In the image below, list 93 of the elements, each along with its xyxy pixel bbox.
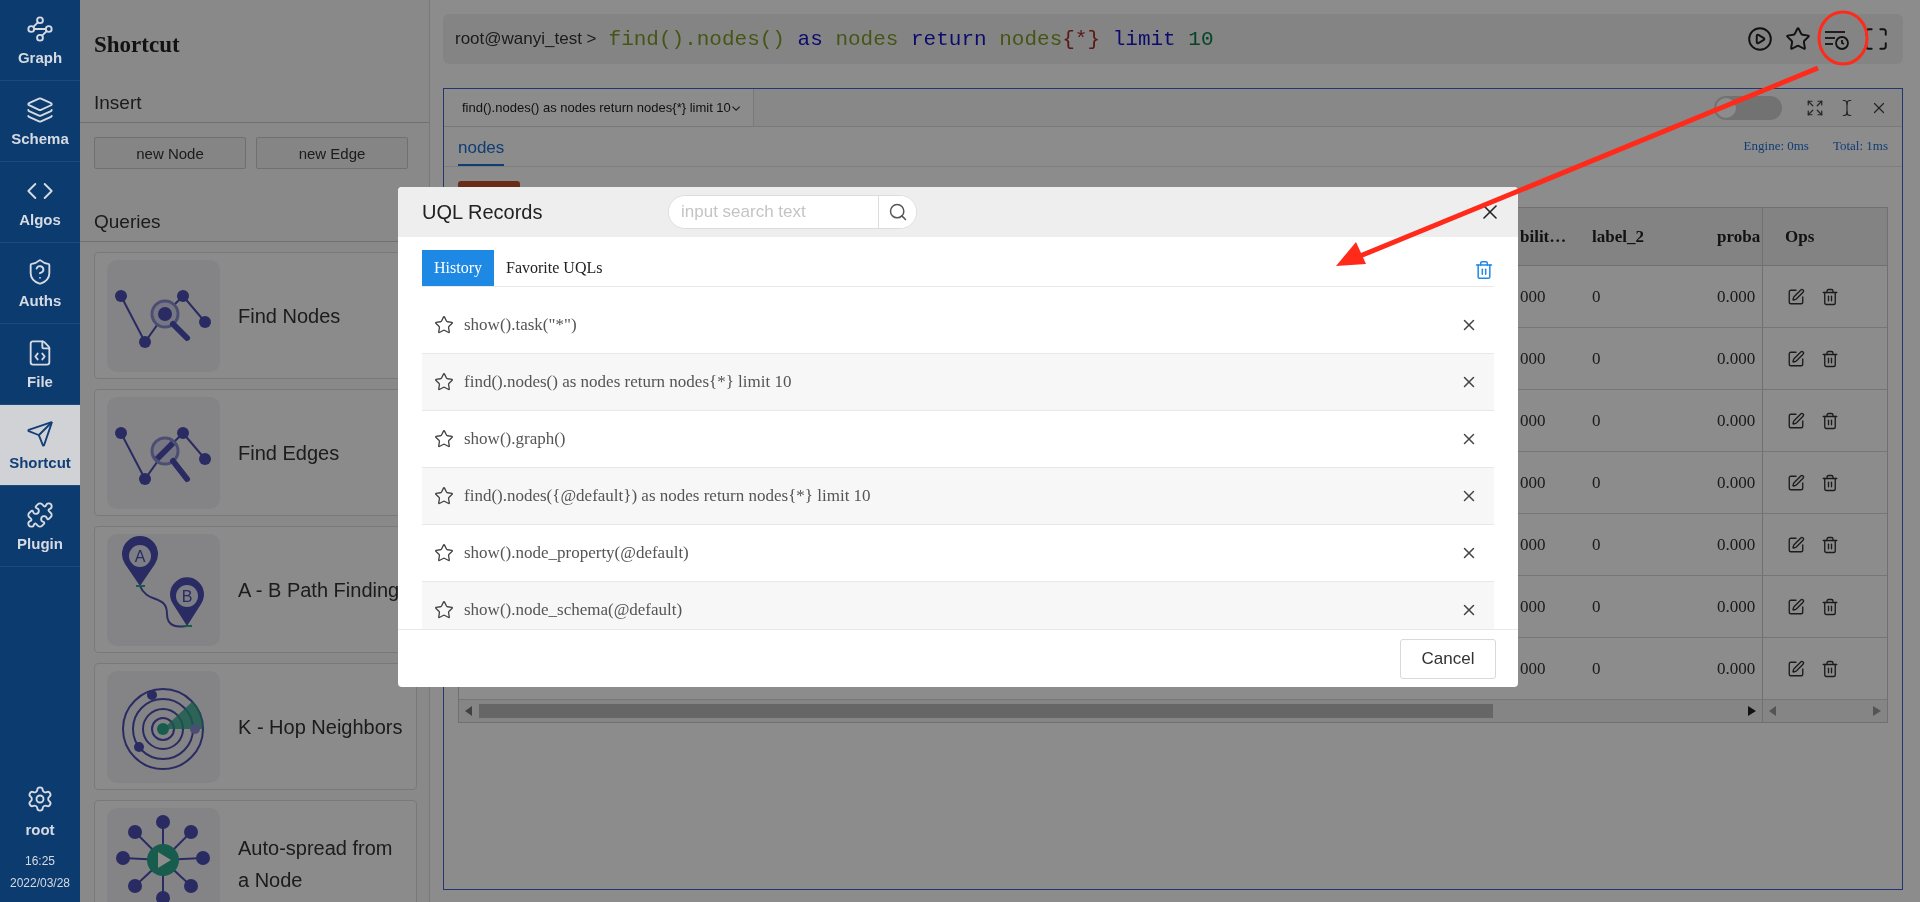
column-header: label_2 <box>1582 208 1707 266</box>
layers-icon <box>26 95 54 124</box>
dialog-tab[interactable]: Favorite UQLs <box>494 250 615 286</box>
table-cell: 000 <box>1520 472 1546 493</box>
record-text: find().nodes({@default}) as nodes return nodes{*} limit 10 <box>464 486 872 506</box>
star-icon[interactable] <box>1785 26 1811 52</box>
search-bar[interactable]: input search text <box>668 195 917 229</box>
clear-button[interactable] <box>1474 260 1494 280</box>
trash-icon[interactable] <box>1821 659 1839 678</box>
table-cell: 000 <box>1520 596 1546 617</box>
table-cell: 0 <box>1592 596 1601 617</box>
star-icon[interactable] <box>434 315 454 335</box>
insert-button[interactable]: new Edge <box>256 137 408 169</box>
query-card[interactable]: Auto-spread from a Node <box>94 800 417 902</box>
clock-time: 16:25 <box>25 854 55 868</box>
table-cell: 0.000 <box>1717 534 1756 555</box>
query-card[interactable]: K - Hop Neighbors <box>94 663 417 790</box>
edit-icon[interactable] <box>1787 287 1805 306</box>
table-cell: 0.000 <box>1717 472 1756 493</box>
horizontal-scrollbar[interactable] <box>459 700 1762 722</box>
settings-icon[interactable] <box>26 785 54 813</box>
table-cell: 000 <box>1520 658 1546 679</box>
dialog-tab[interactable]: History <box>422 250 494 286</box>
pin-label: A <box>134 547 146 565</box>
trash-icon[interactable] <box>1821 473 1839 492</box>
scrollbar-thumb[interactable] <box>479 704 1493 718</box>
record-text: show().node_schema(@default) <box>464 600 684 620</box>
query-code: find().nodes() as nodes return nodes{*} limit 10 <box>608 27 1215 51</box>
star-icon[interactable] <box>434 372 454 392</box>
trash-icon[interactable] <box>1821 411 1839 430</box>
table-cell: 0 <box>1592 658 1601 679</box>
search-icon <box>887 202 908 222</box>
total-time: Total: 1ms <box>1832 138 1888 154</box>
table-cell: 0.000 <box>1717 658 1756 679</box>
table-cell: 0 <box>1592 534 1601 555</box>
table-cell: 0 <box>1592 472 1601 493</box>
record-text: show().task("*") <box>464 315 578 335</box>
record-text: show().node_property(@default) <box>464 543 690 563</box>
edit-icon[interactable] <box>1787 349 1805 368</box>
trash-icon[interactable] <box>1821 349 1839 368</box>
record-text: show().graph() <box>464 429 567 449</box>
table-cell: 0 <box>1592 410 1601 431</box>
star-icon[interactable] <box>434 486 454 506</box>
table-cell: 000 <box>1520 410 1546 431</box>
scroll-right-icon[interactable] <box>1748 706 1756 716</box>
search-button[interactable] <box>878 196 916 228</box>
column-header: Ops <box>1762 208 1887 266</box>
star-icon[interactable] <box>434 543 454 563</box>
highlight-circle <box>1817 10 1869 66</box>
query-bar[interactable]: root@wanyi_test > find().nodes() as nodes return nodes{*} limit 10 <box>443 14 1903 64</box>
trash-icon[interactable] <box>1821 597 1839 616</box>
edit-icon[interactable] <box>1787 411 1805 430</box>
star-icon[interactable] <box>434 429 454 449</box>
table-cell: 0.000 <box>1717 410 1756 431</box>
table-cell: 0 <box>1592 348 1601 369</box>
table-cell: 0 <box>1592 286 1601 307</box>
record-row[interactable]: show().node_schema(@default) <box>422 582 1494 629</box>
prompt-text: root@wanyi_test > <box>455 29 597 49</box>
column-header: bilit… <box>1520 208 1582 266</box>
table-cell: 0.000 <box>1717 286 1756 307</box>
trash-icon[interactable] <box>1821 535 1839 554</box>
table-cell: 000 <box>1520 286 1546 307</box>
cancel-button[interactable]: Cancel <box>1400 638 1496 679</box>
user-name: root <box>25 821 55 838</box>
query-tab[interactable]: find().nodes() as nodes return nodes{*} limit 10 <box>444 89 754 126</box>
panel-title: Shortcut <box>94 31 181 59</box>
table-cell: 0.000 <box>1717 348 1756 369</box>
insert-button[interactable]: new Node <box>94 137 246 169</box>
puzzle-icon <box>26 500 54 529</box>
graph-icon <box>26 14 54 43</box>
table-cell: 000 <box>1520 534 1546 555</box>
table-cell: 000 <box>1520 348 1546 369</box>
record-row[interactable]: find().nodes({@default}) as nodes return nodes{*} limit 10 <box>422 468 1494 525</box>
edit-icon[interactable] <box>1787 473 1805 492</box>
clock-date: 2022/03/28 <box>9 876 71 890</box>
trash-icon <box>1474 260 1494 280</box>
record-row[interactable]: find().nodes() as nodes return nodes{*} limit 10 <box>422 354 1494 411</box>
pin-label: B <box>181 587 193 605</box>
scroll-left-icon[interactable] <box>465 706 473 716</box>
trash-icon[interactable] <box>1821 287 1839 306</box>
edit-icon[interactable] <box>1787 659 1805 678</box>
edit-icon[interactable] <box>1787 597 1805 616</box>
star-icon[interactable] <box>434 600 454 620</box>
edit-icon[interactable] <box>1787 535 1805 554</box>
expand-icon[interactable] <box>1806 98 1824 117</box>
record-text: find().nodes() as nodes return nodes{*} limit 10 <box>464 372 793 392</box>
paper-plane-icon <box>26 419 54 448</box>
sidebar-item[interactable]: Shortcut <box>0 405 80 486</box>
table-cell: 0.000 <box>1717 596 1756 617</box>
section-heading: Insert <box>80 92 429 123</box>
engine-time: Engine: 0ms <box>1743 138 1809 154</box>
column-header: proba <box>1707 208 1762 266</box>
play-icon[interactable] <box>1747 26 1773 52</box>
